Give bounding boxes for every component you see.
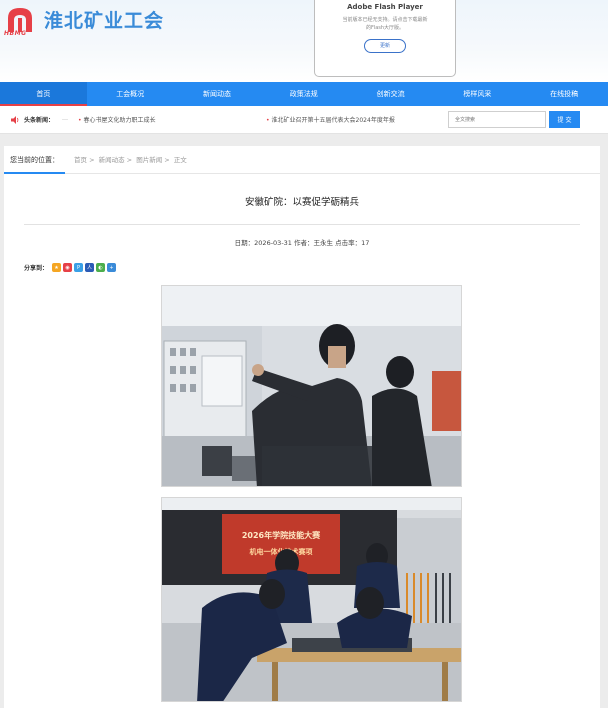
flash-player-notice: Adobe Flash Player 当前版本已经无支持。请点击下载最新的Fla…	[314, 0, 456, 77]
share-bar: 分享到： ★ ◉ P 人 ◐ +	[24, 263, 118, 272]
photo-training-image	[162, 286, 461, 486]
nav-item-policy[interactable]: 政策法规	[260, 82, 347, 106]
logo-subtext: HBMG	[4, 30, 27, 37]
main-nav: 首页 工会概况 新闻动态 政策法规 创新交流 榜样风采 在线投稿	[0, 82, 608, 106]
nav-item-role-models[interactable]: 榜样风采	[434, 82, 521, 106]
flash-notice-text: 当前版本已经无支持。请点击下载最新的Flash大厅版。	[342, 17, 428, 31]
breadcrumb-trail: 首页 > 新闻动态 > 图片新闻 > 正文	[74, 146, 189, 174]
search-input[interactable]	[448, 111, 546, 128]
article-title: 安徽矿院：以赛促学砺精兵	[244, 197, 359, 208]
nav-item-innovation[interactable]: 创新交流	[347, 82, 434, 106]
more-share-icon[interactable]: +	[107, 263, 117, 272]
breadcrumb-current: 正文	[173, 156, 187, 164]
site-header: HBMG 淮北矿业工会 Adobe Flash Player 当前版本已经无支持…	[0, 0, 608, 82]
article-panel: 您当前的位置： 首页 > 新闻动态 > 图片新闻 > 正文 安徽矿院：以赛促学砺…	[4, 146, 600, 708]
title-divider	[24, 224, 580, 225]
breadcrumb-label: 您当前的位置：	[4, 146, 65, 174]
nav-item-news[interactable]: 新闻动态	[174, 82, 261, 106]
search-submit-button[interactable]: 提 交	[549, 111, 580, 128]
flash-update-button[interactable]: 更新	[364, 39, 406, 53]
ticker-item[interactable]: • 淮北矿业召开第十五届代表大会2024年度年报	[266, 115, 395, 124]
weibo-icon[interactable]: ◉	[63, 263, 73, 272]
flash-notice-title: Adobe Flash Player	[347, 3, 423, 11]
photo-competition-image: 2026年学院技能大赛 机电一体化技术赛项	[162, 498, 461, 701]
speaker-icon	[11, 116, 19, 124]
qzone-icon[interactable]: ★	[52, 263, 62, 272]
renren-icon[interactable]: 人	[85, 263, 95, 272]
nav-item-submit[interactable]: 在线投稿	[521, 82, 608, 106]
article-photo-competition: 2026年学院技能大赛 机电一体化技术赛项	[161, 497, 462, 702]
article-photo-training	[161, 285, 462, 487]
share-label: 分享到：	[24, 265, 49, 272]
nav-item-overview[interactable]: 工会概况	[87, 82, 174, 106]
site-title[interactable]: 淮北矿业工会	[44, 6, 164, 33]
breadcrumb: 您当前的位置： 首页 > 新闻动态 > 图片新闻 > 正文	[4, 146, 600, 174]
banner-line-1: 2026年学院技能大赛	[242, 530, 321, 540]
article-meta: 日期：2026-03-31 作者：王永生 点击率：17	[234, 239, 370, 247]
ticker-item-text: 春心书屋文化助力职工成长	[83, 117, 156, 124]
ticker-separator: …	[62, 115, 68, 122]
pinterest-icon[interactable]: P	[74, 263, 84, 272]
breadcrumb-news[interactable]: 新闻动态 >	[99, 156, 133, 164]
wechat-icon[interactable]: ◐	[96, 263, 106, 272]
nav-item-home[interactable]: 首页	[0, 82, 87, 106]
ticker-item[interactable]: • 春心书屋文化助力职工成长	[78, 115, 156, 124]
ticker-label: 头条新闻：	[24, 117, 55, 124]
breadcrumb-photo-news[interactable]: 图片新闻 >	[136, 156, 170, 164]
breadcrumb-home[interactable]: 首页 >	[74, 156, 95, 164]
ticker-item-text: 淮北矿业召开第十五届代表大会2024年度年报	[271, 117, 395, 124]
